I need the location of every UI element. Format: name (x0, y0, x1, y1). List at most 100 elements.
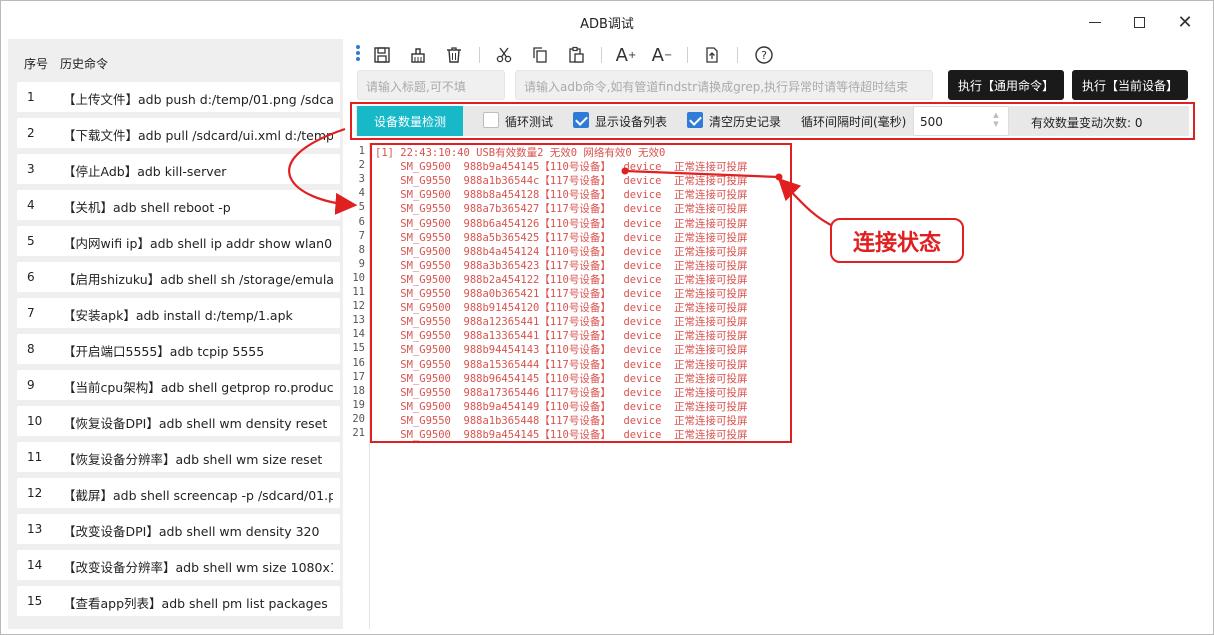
line-number: 16 (352, 356, 365, 369)
history-row[interactable]: 4 【关机】adb shell reboot -p (17, 190, 340, 220)
toolbar-separator (479, 47, 480, 63)
export-icon[interactable] (701, 44, 723, 66)
history-row-command: 【开启端口5555】adb tcpip 5555 (63, 344, 265, 359)
svg-text:?: ? (761, 49, 767, 62)
history-row-no: 10 (27, 414, 43, 428)
toolbar-separator (737, 47, 738, 63)
line-number: 7 (358, 229, 365, 242)
history-row-no: 9 (27, 378, 35, 392)
history-row[interactable]: 7 【安装apk】adb install d:/temp/1.apk (17, 298, 340, 328)
run-current-device-button[interactable]: 执行【当前设备】 (1072, 70, 1188, 100)
show-device-list-checkbox[interactable] (573, 112, 589, 128)
font-increase-icon[interactable]: A + (615, 44, 637, 66)
history-row-no: 14 (27, 558, 43, 572)
history-header: 序号 历史命令 (8, 39, 343, 79)
history-row-no: 15 (27, 594, 43, 608)
history-row-no: 7 (27, 306, 35, 320)
adb-command-input[interactable]: 请输入adb命令,如有管道findstr请换成grep,执行异常时请等待超时结束 (515, 70, 933, 100)
toolbar-separator (601, 47, 602, 63)
loop-interval-label: 循环间隔时间(毫秒) (801, 115, 907, 129)
title-input[interactable]: 请输入标题,可不填 (357, 70, 505, 100)
line-number: 11 (352, 286, 365, 298)
history-row[interactable]: 10 【恢复设备DPI】adb shell wm density reset (17, 406, 340, 436)
history-row-command: 【下载文件】adb pull /sdcard/ui.xml d:/temp/ (63, 128, 333, 143)
line-number: 20 (352, 412, 365, 425)
history-row-command: 【截屏】adb shell screencap -p /sdcard/01.pn (63, 488, 333, 503)
line-number: 14 (352, 328, 365, 341)
help-icon[interactable]: ? (753, 44, 775, 66)
line-number-gutter: 1 2 3 4 5 6 7 8 9 10 11 12 13 14 15 16 17 18 19 20 21 (344, 143, 368, 443)
history-row[interactable]: 6 【启用shizuku】adb shell sh /storage/emulat… (17, 262, 340, 292)
maximize-icon (1133, 16, 1145, 28)
minimize-icon (1089, 21, 1101, 23)
close-icon: ✕ (1177, 11, 1193, 33)
interval-spinner-icon[interactable]: ▲ ▼ (990, 111, 1002, 131)
device-count-detect-button[interactable]: 设备数量检测 (357, 106, 463, 136)
history-row-no: 4 (27, 198, 35, 212)
history-row-no: 13 (27, 522, 43, 536)
line-number: 6 (358, 215, 365, 228)
cut-icon[interactable] (493, 44, 515, 66)
history-row-command: 【停止Adb】adb kill-server (63, 164, 227, 179)
history-row[interactable]: 12 【截屏】adb shell screencap -p /sdcard/01.… (17, 478, 340, 508)
history-row-no: 5 (27, 234, 35, 248)
line-number: 21 (352, 427, 365, 439)
maximize-button[interactable] (1126, 9, 1152, 35)
history-row-no: 12 (27, 486, 43, 500)
save-icon[interactable] (371, 44, 393, 66)
history-row-command: 【安装apk】adb install d:/temp/1.apk (63, 308, 293, 323)
history-row-no: 1 (27, 90, 35, 104)
line-number: 18 (352, 384, 365, 397)
history-row[interactable]: 3 【停止Adb】adb kill-server (17, 154, 340, 184)
history-row-command: 【上传文件】adb push d:/temp/01.png /sdcard (63, 92, 333, 107)
adb-debug-window: ADB调试 ✕ 序号 历史命令 1 【上传文件】adb push d:/temp/… (0, 0, 1214, 635)
history-row[interactable]: 8 【开启端口5555】adb tcpip 5555 (17, 334, 340, 364)
run-common-command-button[interactable]: 执行【通用命令】 (948, 70, 1064, 100)
title-bar: ADB调试 ✕ (1, 1, 1213, 41)
line-number: 2 (358, 159, 365, 172)
history-row-command: 【改变设备DPI】adb shell wm density 320 (63, 524, 320, 539)
line-number: 13 (352, 314, 365, 327)
clear-history-checkbox[interactable] (687, 112, 703, 128)
history-row[interactable]: 5 【内网wifi ip】adb shell ip addr show wlan0 (17, 226, 340, 256)
column-no-header: 序号 (24, 57, 49, 71)
line-number: 3 (358, 173, 365, 186)
line-number: 4 (358, 187, 365, 200)
history-row-command: 【内网wifi ip】adb shell ip addr show wlan0 (63, 236, 333, 251)
history-row-command: 【改变设备分辨率】adb shell wm size 1080x19 (63, 560, 333, 575)
font-decrease-icon[interactable]: A − (651, 44, 673, 66)
show-device-list-label: 显示设备列表 (595, 115, 668, 129)
toolbar-separator (687, 47, 688, 63)
history-row[interactable]: 11 【恢复设备分辨率】adb shell wm size reset (17, 442, 340, 472)
history-row[interactable]: 9 【当前cpu架构】adb shell getprop ro.product (17, 370, 340, 400)
history-row-command: 【恢复设备DPI】adb shell wm density reset (63, 416, 328, 431)
history-row-command: 【查看app列表】adb shell pm list packages (63, 596, 328, 611)
history-row[interactable]: 14 【改变设备分辨率】adb shell wm size 1080x19 (17, 550, 340, 580)
log-highlight-box (370, 143, 792, 443)
copy-icon[interactable] (529, 44, 551, 66)
clear-icon[interactable] (407, 44, 429, 66)
window-title: ADB调试 (580, 17, 634, 32)
line-number: 9 (358, 257, 365, 270)
paste-icon[interactable] (565, 44, 587, 66)
history-row[interactable]: 2 【下载文件】adb pull /sdcard/ui.xml d:/temp/ (17, 118, 340, 148)
history-row-no: 2 (27, 126, 35, 140)
history-row-command: 【关机】adb shell reboot -p (63, 200, 231, 215)
history-row-no: 6 (27, 270, 35, 284)
line-number: 19 (352, 398, 365, 411)
column-cmd-header: 历史命令 (60, 57, 109, 71)
valid-count-change-label: 有效数量变动次数: 0 (1031, 116, 1143, 130)
delete-icon[interactable] (443, 44, 465, 66)
line-number: 17 (352, 370, 365, 383)
loop-test-checkbox[interactable] (483, 112, 499, 128)
history-row[interactable]: 1 【上传文件】adb push d:/temp/01.png /sdcard (17, 82, 340, 112)
history-row[interactable]: 15 【查看app列表】adb shell pm list packages (17, 586, 340, 616)
history-row-command: 【启用shizuku】adb shell sh /storage/emulate… (63, 272, 333, 287)
minimize-button[interactable] (1082, 9, 1108, 35)
line-number: 15 (352, 342, 365, 355)
close-button[interactable]: ✕ (1172, 9, 1198, 35)
history-row-no: 8 (27, 342, 35, 356)
history-row-command: 【恢复设备分辨率】adb shell wm size reset (63, 452, 323, 467)
history-row[interactable]: 13 【改变设备DPI】adb shell wm density 320 (17, 514, 340, 544)
line-number: 1 (358, 145, 365, 157)
